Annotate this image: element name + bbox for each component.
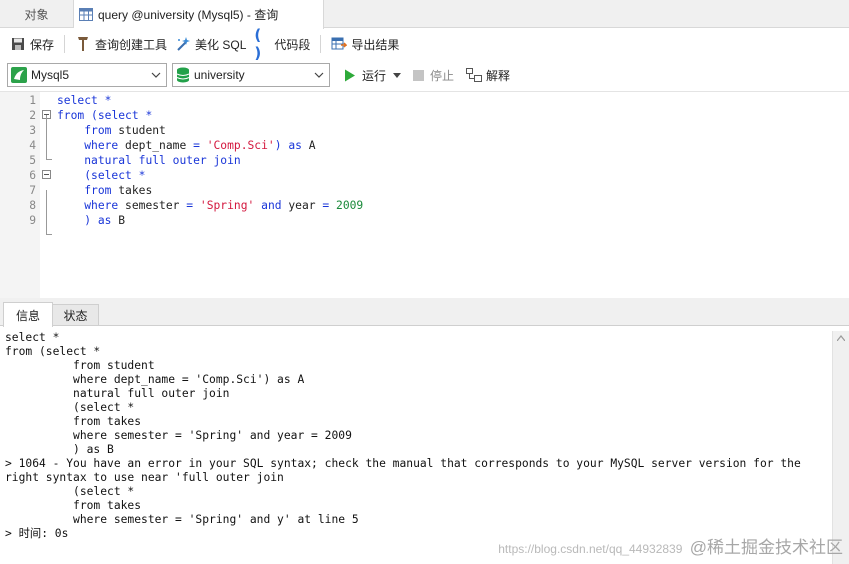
tab-status[interactable]: 状态 bbox=[53, 304, 99, 326]
tab-query-label: query @university (Mysql5) - 查询 bbox=[98, 8, 279, 22]
line-number: 8 bbox=[29, 199, 36, 212]
tab-info[interactable]: 信息 bbox=[3, 302, 53, 327]
beautify-sql-label: 美化 SQL bbox=[195, 37, 247, 52]
tab-objects[interactable]: 对象 bbox=[0, 0, 74, 28]
connection-select[interactable]: Mysql5 bbox=[7, 63, 167, 87]
fold-guide bbox=[46, 115, 47, 159]
code-text: where dept_name = 'Comp.Sci') as A bbox=[84, 139, 316, 152]
tab-objects-label: 对象 bbox=[24, 7, 49, 22]
tab-status-label: 状态 bbox=[63, 308, 88, 323]
save-label: 保存 bbox=[30, 37, 55, 52]
code-text: from takes bbox=[84, 184, 153, 197]
line-number: 4 bbox=[29, 139, 36, 152]
query-builder-icon bbox=[75, 36, 91, 52]
tab-info-label: 信息 bbox=[15, 308, 40, 323]
play-icon bbox=[345, 69, 355, 81]
query-table-icon bbox=[79, 8, 93, 21]
database-select[interactable]: university bbox=[172, 63, 330, 87]
code-text: select * bbox=[57, 94, 112, 107]
run-dropdown-icon[interactable] bbox=[393, 72, 402, 78]
main-toolbar: 保存 查询创建工具 美化 SQL ( ) 代码段 导出结果 bbox=[0, 26, 849, 62]
run-label: 运行 bbox=[362, 68, 387, 83]
tab-bar: 对象 query @university (Mysql5) - 查询 bbox=[0, 0, 849, 29]
chevron-down-icon bbox=[313, 68, 325, 82]
code-text: where semester = 'Spring' and year = 200… bbox=[84, 199, 364, 212]
stop-button[interactable]: 停止 bbox=[409, 63, 458, 87]
code-text: ) as B bbox=[84, 214, 126, 227]
line-number: 7 bbox=[29, 184, 36, 197]
line-number: 9 bbox=[29, 214, 36, 227]
fold-guide bbox=[46, 190, 47, 234]
stop-label: 停止 bbox=[430, 68, 455, 83]
scroll-up-icon[interactable] bbox=[837, 335, 845, 341]
line-number: 1 bbox=[29, 94, 36, 107]
watermark-brand: @稀土掘金技术社区 bbox=[689, 538, 843, 557]
save-icon bbox=[10, 36, 26, 52]
watermark-url: https://blog.csdn.net/qq_44932839 bbox=[498, 542, 683, 556]
mysql-connection-icon bbox=[11, 67, 27, 83]
beautify-sql-button[interactable]: 美化 SQL bbox=[171, 32, 250, 56]
fold-toggle-icon[interactable] bbox=[42, 170, 51, 179]
code-snippet-icon: ( ) bbox=[254, 26, 262, 62]
watermark: https://blog.csdn.net/qq_44932839 @稀土掘金技… bbox=[498, 533, 843, 558]
export-icon bbox=[331, 36, 348, 52]
vertical-scrollbar[interactable] bbox=[832, 331, 849, 564]
line-number: 6 bbox=[29, 169, 36, 182]
code-text: from student bbox=[84, 124, 166, 137]
export-results-button[interactable]: 导出结果 bbox=[327, 32, 403, 56]
tab-query[interactable]: query @university (Mysql5) - 查询 bbox=[74, 0, 324, 29]
query-builder-button[interactable]: 查询创建工具 bbox=[71, 32, 171, 56]
database-icon bbox=[176, 67, 190, 83]
stop-icon bbox=[413, 69, 425, 81]
message-text: select * from (select * from student whe… bbox=[5, 331, 801, 540]
code-snippet-button[interactable]: ( ) 代码段 bbox=[250, 26, 314, 62]
explain-label: 解释 bbox=[486, 68, 511, 83]
fold-guide-end bbox=[46, 234, 52, 235]
code-snippet-label: 代码段 bbox=[274, 37, 311, 52]
toolbar-divider bbox=[64, 35, 66, 53]
message-output[interactable]: select * from (select * from student whe… bbox=[0, 327, 832, 564]
save-button[interactable]: 保存 bbox=[6, 32, 58, 56]
chevron-down-icon bbox=[150, 68, 162, 82]
sql-editor[interactable]: 1 select * 2 from (select * 3 from student… bbox=[0, 91, 849, 299]
result-tab-bar: 信息 状态 bbox=[0, 302, 849, 327]
explain-icon bbox=[466, 68, 483, 82]
run-button[interactable]: 运行 bbox=[340, 63, 405, 87]
magic-wand-icon bbox=[175, 36, 191, 52]
line-number: 3 bbox=[29, 124, 36, 137]
query-builder-label: 查询创建工具 bbox=[95, 37, 168, 52]
toolbar-divider bbox=[320, 35, 322, 53]
line-number: 5 bbox=[29, 154, 36, 167]
fold-guide-end bbox=[46, 159, 52, 160]
export-results-label: 导出结果 bbox=[351, 37, 400, 52]
code-text: natural full outer join bbox=[84, 154, 241, 167]
explain-button[interactable]: 解释 bbox=[462, 63, 514, 87]
line-number: 2 bbox=[29, 109, 36, 122]
connection-value: Mysql5 bbox=[31, 68, 70, 82]
code-text: from (select * bbox=[57, 109, 153, 122]
code-text: (select * bbox=[84, 169, 146, 182]
query-toolbar: Mysql5 university 运行 停止 解释 bbox=[0, 60, 849, 90]
database-value: university bbox=[194, 68, 245, 82]
